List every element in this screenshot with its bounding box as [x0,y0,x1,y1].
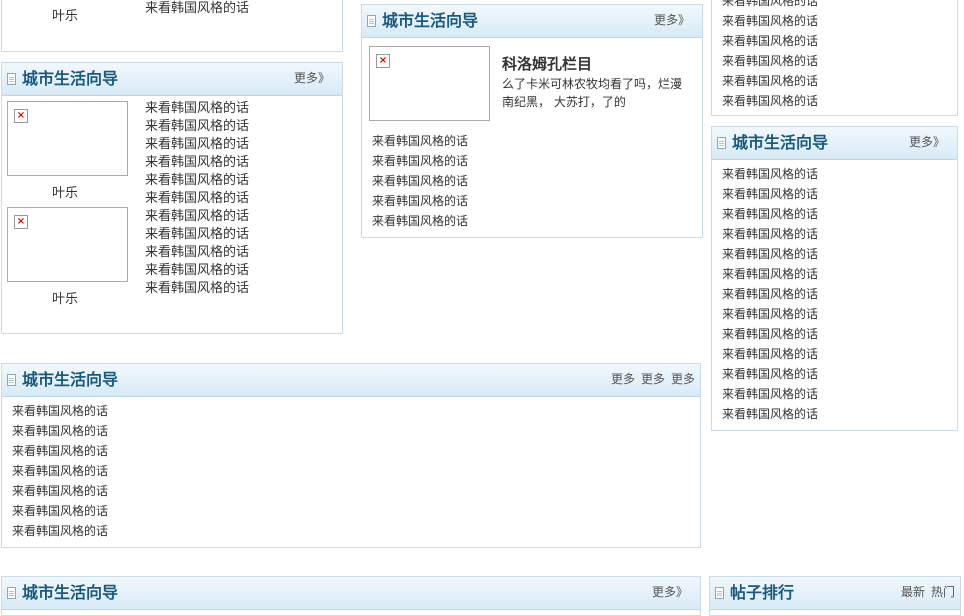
panel-header: 城市生活向导 更多 更多 更多 [2,364,700,397]
panel-title: 城市生活向导 [22,370,119,389]
list-item[interactable]: 来看韩国风格的话 [722,71,818,91]
list-item[interactable]: 来看韩国风格的话 [12,401,108,421]
more-link[interactable]: 更多》 [909,134,945,150]
list-item[interactable]: 来看韩国风格的话 [722,264,818,284]
list-item[interactable]: 来看韩国风格的话 [145,190,249,208]
list-item[interactable]: 来看韩国风格的话 [722,204,818,224]
document-icon [7,374,16,386]
list-item[interactable]: 来看韩国风格的话 [12,421,108,441]
list-item[interactable]: 来看韩国风格的话 [722,244,818,264]
more-link-1[interactable]: 更多 [611,371,635,387]
article-list: 来看韩国风格的话 来看韩国风格的话 来看韩国风格的话 来看韩国风格的话 来看韩国… [722,0,818,111]
more-link-2[interactable]: 更多 [641,371,665,387]
tab-popular[interactable]: 热门 [931,584,955,600]
list-item[interactable]: 来看韩国风格的话 [722,344,818,364]
more-link[interactable]: 更多》 [294,70,330,86]
document-icon [715,587,724,599]
feature-description: 么了卡米可林农牧均看了吗，烂漫南纪黑， 大苏打，了的 [502,77,683,109]
article-list: 来看韩国风格的话 来看韩国风格的话 来看韩国风格的话 来看韩国风格的话 来看韩国… [722,164,818,424]
panel-header: 城市生活向导 更多》 [2,577,700,610]
tab-latest[interactable]: 最新 [901,584,925,600]
list-item[interactable]: 来看韩国风格的话 [372,171,468,191]
list-item[interactable]: 来看韩国风格的话 [145,154,249,172]
document-icon [717,137,726,149]
city-guide-panel-bottom: 城市生活向导 更多》 [1,576,701,616]
more-link-3[interactable]: 更多 [671,371,695,387]
broken-image-icon: × [14,215,28,229]
list-item[interactable]: 来看韩国风格的话 [722,364,818,384]
more-link[interactable]: 更多》 [652,584,688,600]
list-item[interactable]: 来看韩国风格的话 [12,481,108,501]
list-item[interactable]: 来看韩国风格的话 [722,304,818,324]
more-link[interactable]: 更多》 [654,12,690,28]
panel-header: 帖子排行 最新 热门 [710,577,960,610]
panel-title: 城市生活向导 [732,133,829,152]
panel-header: 城市生活向导 更多》 [2,63,342,96]
right-top-partial-panel: 来看韩国风格的话 来看韩国风格的话 来看韩国风格的话 来看韩国风格的话 来看韩国… [711,0,958,116]
panel-title: 城市生活向导 [382,11,479,30]
city-guide-panel-center: 城市生活向导 更多》 × 科洛姆孔栏目 么了卡米可林农牧均看了吗，烂漫南纪黑， … [361,4,703,238]
list-item[interactable]: 来看韩国风格的话 [722,404,818,424]
list-item[interactable]: 来看韩国风格的话 [145,118,249,136]
list-item[interactable]: 来看韩国风格的话 [722,0,818,11]
image-caption[interactable]: 叶乐 [52,182,78,201]
list-item[interactable]: 来看韩国风格的话 [722,11,818,31]
top-left-partial-panel: 叶乐 来看韩国风格的话 [1,0,343,52]
list-item[interactable]: 来看韩国风格的话 [722,184,818,204]
thumbnail-image[interactable]: × [7,207,128,282]
list-item[interactable]: 来看韩国风格的话 [145,262,249,280]
document-icon [7,73,16,85]
document-icon [7,587,16,599]
list-item[interactable]: 来看韩国风格的话 [722,164,818,184]
panel-header: 城市生活向导 更多》 [362,5,702,38]
feature-image[interactable]: × [369,46,490,121]
list-item[interactable]: 来看韩国风格的话 [145,244,249,262]
feature-title[interactable]: 科洛姆孔栏目 [502,53,592,74]
list-item[interactable]: 来看韩国风格的话 [372,151,468,171]
list-item[interactable]: 来看韩国风格的话 [145,280,249,298]
list-item[interactable]: 来看韩国风格的话 [722,284,818,304]
list-item[interactable]: 来看韩国风格的话 [12,501,108,521]
image-caption[interactable]: 叶乐 [52,288,78,307]
list-item[interactable]: 来看韩国风格的话 [12,521,108,541]
panel-title: 帖子排行 [730,583,795,602]
broken-image-icon: × [376,54,390,68]
document-icon [367,15,376,27]
city-guide-panel-left: 城市生活向导 更多》 × 叶乐 × 叶乐 来看韩国风格的话 来看韩国风格的话 来… [1,62,343,334]
list-item[interactable]: 来看韩国风格的话 [722,31,818,51]
list-item[interactable]: 来看韩国风格的话 [145,208,249,226]
panel-title: 城市生活向导 [22,69,119,88]
list-item[interactable]: 来看韩国风格的话 [12,441,108,461]
list-item[interactable]: 来看韩国风格的话 [372,191,468,211]
article-list: 来看韩国风格的话 来看韩国风格的话 来看韩国风格的话 来看韩国风格的话 来看韩国… [372,131,468,231]
list-item[interactable]: 来看韩国风格的话 [145,172,249,190]
article-list: 来看韩国风格的话 来看韩国风格的话 来看韩国风格的话 来看韩国风格的话 来看韩国… [12,401,108,541]
list-item[interactable]: 来看韩国风格的话 [722,51,818,71]
image-caption[interactable]: 叶乐 [52,5,78,24]
list-item[interactable]: 来看韩国风格的话 [145,0,249,16]
broken-image-icon: × [14,109,28,123]
list-item[interactable]: 来看韩国风格的话 [372,211,468,231]
list-item[interactable]: 来看韩国风格的话 [722,324,818,344]
list-item[interactable]: 来看韩国风格的话 [145,100,249,118]
post-ranking-panel: 帖子排行 最新 热门 [709,576,961,616]
thumbnail-image[interactable]: × [7,101,128,176]
list-item[interactable]: 来看韩国风格的话 [722,384,818,404]
list-item[interactable]: 来看韩国风格的话 [372,131,468,151]
list-item[interactable]: 来看韩国风格的话 [722,91,818,111]
city-guide-panel-wide: 城市生活向导 更多 更多 更多 来看韩国风格的话 来看韩国风格的话 来看韩国风格… [1,363,701,548]
list-item[interactable]: 来看韩国风格的话 [722,224,818,244]
city-guide-panel-right: 城市生活向导 更多》 来看韩国风格的话 来看韩国风格的话 来看韩国风格的话 来看… [711,126,958,431]
list-item[interactable]: 来看韩国风格的话 [145,226,249,244]
panel-header: 城市生活向导 更多》 [712,127,957,160]
list-item[interactable]: 来看韩国风格的话 [145,136,249,154]
article-list: 来看韩国风格的话 来看韩国风格的话 来看韩国风格的话 来看韩国风格的话 来看韩国… [145,100,249,298]
list-item[interactable]: 来看韩国风格的话 [12,461,108,481]
panel-title: 城市生活向导 [22,583,119,602]
